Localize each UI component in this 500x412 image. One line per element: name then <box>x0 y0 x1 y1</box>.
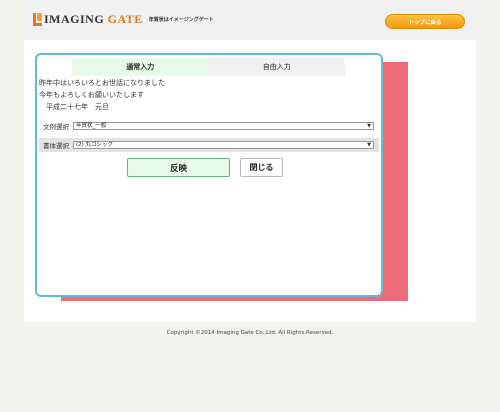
text-select-row: 文例選択 年賀状_一般 ▼ <box>39 119 379 133</box>
page: IMAGING GATE 年賀状はイメージングゲート トップに戻る 通常入力 自… <box>24 0 476 412</box>
dropdown-arrow-icon: ▼ <box>367 142 371 148</box>
apply-button[interactable]: 反映 <box>127 158 230 177</box>
tab-standard-input[interactable]: 通常入力 <box>72 58 209 76</box>
message-line: 今年もよろしくお願いいたします <box>39 91 144 99</box>
text-select[interactable]: 年賀状_一般 ▼ <box>73 122 374 130</box>
logo-icon <box>33 12 42 26</box>
logo-subtitle: 年賀状はイメージングゲート <box>148 16 214 23</box>
font-select-label: 書体選択 <box>43 142 69 150</box>
copyright-text: Copyright ©2014 Imaging Gate Co.,Ltd. Al… <box>166 330 334 336</box>
close-button[interactable]: 閉じる <box>240 158 283 177</box>
font-select[interactable]: (2) 丸ゴシック ▼ <box>73 141 374 149</box>
font-select-row: 書体選択 (2) 丸ゴシック ▼ <box>39 138 379 152</box>
text-select-label: 文例選択 <box>43 123 69 131</box>
font-select-value: (2) 丸ゴシック <box>76 142 114 148</box>
logo-text: IMAGING GATE <box>44 11 143 26</box>
message-line: 昨年中はいろいろとお世話になりました <box>39 79 165 87</box>
header: IMAGING GATE 年賀状はイメージングゲート トップに戻る <box>24 0 476 40</box>
tab-free-input[interactable]: 自由入力 <box>208 58 345 76</box>
editor-panel: 通常入力 自由入力 昨年中はいろいろとお世話になりました 今年もよろしくお願いい… <box>35 53 383 297</box>
dropdown-arrow-icon: ▼ <box>367 123 371 129</box>
message-line: 平成二十七年 元旦 <box>39 103 109 111</box>
editor-tabs: 通常入力 自由入力 <box>72 58 345 76</box>
text-select-value: 年賀状_一般 <box>76 123 107 129</box>
back-to-top-button[interactable]: トップに戻る <box>385 14 465 29</box>
logo[interactable]: IMAGING GATE 年賀状はイメージングゲート <box>33 10 214 28</box>
